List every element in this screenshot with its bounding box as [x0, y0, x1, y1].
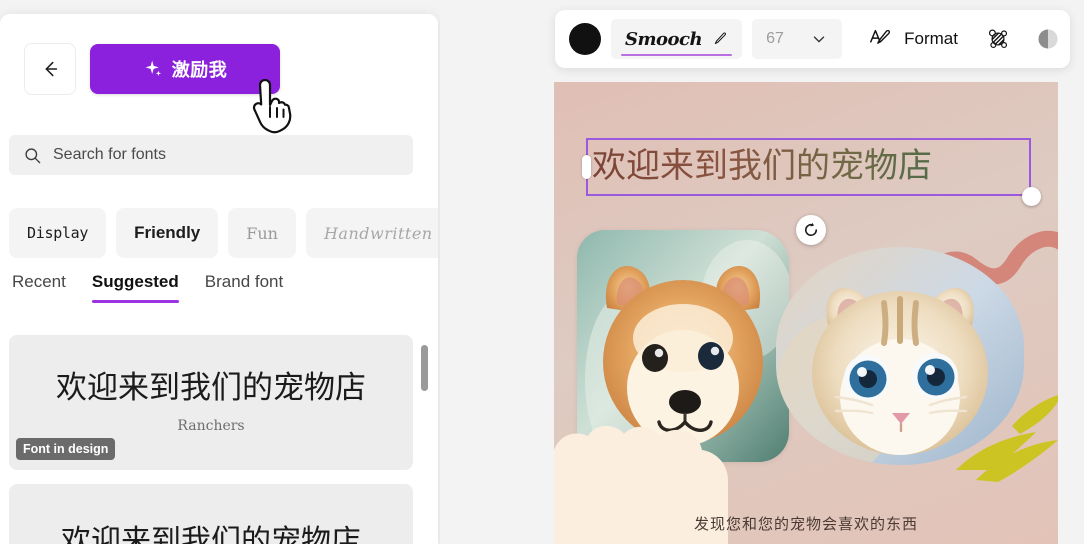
chip-display[interactable]: Display [9, 208, 107, 258]
tab-brand-font-label: Brand font [204, 272, 284, 291]
format-button[interactable]: Format [858, 19, 968, 59]
inspire-me-label: 激励我 [171, 60, 228, 80]
transparency-icon [1038, 29, 1058, 49]
tab-recent-label: Recent [12, 272, 66, 291]
search-input[interactable]: Search for fonts [9, 135, 413, 175]
app-root: 激励我 Search for fonts Display Friendly Fu… [0, 0, 1084, 544]
selection-box [586, 138, 1031, 196]
resize-handle-corner[interactable] [1022, 187, 1041, 206]
tab-suggested-label: Suggested [91, 272, 179, 291]
font-family-underline [621, 53, 733, 56]
vertical-scrollbar[interactable] [421, 345, 429, 544]
rotate-icon [804, 222, 818, 236]
tab-suggested[interactable]: Suggested [91, 272, 179, 303]
search-placeholder: Search for fonts [53, 146, 166, 163]
font-panel-header: 激励我 [0, 14, 438, 124]
resize-handle-left[interactable] [582, 155, 591, 179]
transparency-button[interactable] [1028, 19, 1068, 59]
chip-friendly-label: Friendly [134, 223, 201, 242]
heading-text-object[interactable]: 欢迎来到我们的宠物店 [582, 138, 1041, 206]
effects-button[interactable] [978, 19, 1018, 59]
chip-display-label: Display [27, 224, 89, 242]
kitten-photo[interactable] [776, 247, 1024, 465]
font-source-tabs: Recent Suggested Brand font [12, 272, 283, 303]
chip-fun[interactable]: Fun [228, 208, 296, 258]
chip-handwritten-label: Handwritten [323, 223, 433, 243]
inspire-me-button[interactable]: 激励我 [90, 44, 280, 94]
font-preview-text: 欢迎来到我们的宠物店 [61, 523, 361, 544]
list-item[interactable]: 欢迎来到我们的宠物店 [9, 484, 413, 544]
font-family-value: Smooch [625, 28, 703, 50]
canvas-caption: 发现您和您的宠物会喜欢的东西 [693, 515, 918, 533]
kitten-illustration [776, 247, 1024, 465]
chevron-down-icon [813, 36, 825, 43]
font-preview-text: 欢迎来到我们的宠物店 [56, 369, 366, 406]
text-toolbar: Smooch 67 Format [555, 10, 1070, 68]
font-family-selector[interactable]: Smooch [611, 19, 743, 59]
design-canvas[interactable]: 欢迎来到我们的宠物店 发现您和您的宠物会喜欢的东西 [554, 82, 1058, 544]
back-button[interactable] [24, 43, 76, 95]
arrow-left-icon [45, 61, 58, 77]
tab-recent[interactable]: Recent [12, 272, 66, 303]
pencil-icon [714, 32, 727, 45]
chip-friendly[interactable]: Friendly [116, 208, 219, 258]
font-panel: 激励我 Search for fonts Display Friendly Fu… [0, 14, 438, 544]
search-icon [25, 147, 41, 163]
tab-brand-font[interactable]: Brand font [205, 272, 283, 303]
status-badge: Font in design [16, 438, 116, 460]
font-category-chips: Display Friendly Fun Handwritten Mo [9, 207, 438, 259]
effects-icon [988, 29, 1008, 49]
editor-area: Smooch 67 Format 欢迎来到我们的宠物店 发现您和您的宠物会喜欢的… [440, 0, 1084, 544]
format-label: Format [904, 29, 958, 48]
list-item[interactable]: 欢迎来到我们的宠物店 Ranchers Font in design [9, 335, 413, 470]
font-name-label: Ranchers [177, 418, 245, 435]
text-format-icon [870, 29, 891, 44]
font-results-list: 欢迎来到我们的宠物店 Ranchers Font in design 欢迎来到我… [9, 335, 428, 544]
font-size-value: 67 [766, 30, 784, 47]
chip-handwritten[interactable]: Handwritten [305, 208, 438, 258]
sparkle-icon [145, 60, 161, 76]
text-color-swatch[interactable] [569, 23, 601, 55]
chip-fun-label: Fun [246, 223, 278, 243]
scrollbar-thumb[interactable] [421, 345, 428, 391]
rotate-handle[interactable] [796, 215, 826, 245]
font-size-selector[interactable]: 67 [752, 19, 843, 59]
